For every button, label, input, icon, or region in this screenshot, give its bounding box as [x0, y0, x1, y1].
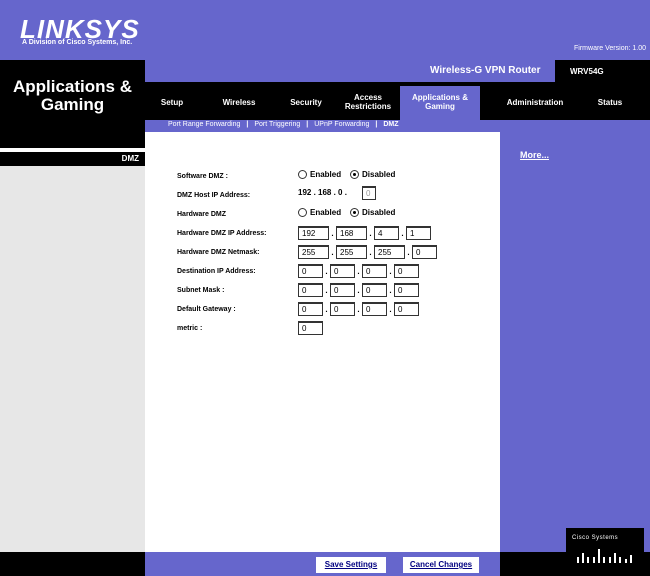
octet-input[interactable]: 0 [298, 283, 323, 297]
tab-wireless[interactable]: Wireless [214, 98, 264, 107]
octet-input[interactable]: 0 [394, 302, 419, 316]
model-number: WRV54G [570, 67, 604, 76]
software-dmz-label: Software DMZ : [177, 173, 228, 180]
more-link[interactable]: More... [520, 150, 549, 160]
enabled-label: Enabled [310, 208, 342, 217]
hardware-dmz-label: Hardware DMZ [177, 211, 227, 218]
dot: . [357, 267, 360, 276]
cisco-logo-text: Cisco Systems [572, 535, 619, 541]
subtab-list: Port Range Forwarding | Port Triggering | UP… [168, 121, 399, 128]
software-dmz-enabled[interactable]: Enabled [298, 170, 342, 180]
dmz-host-ip-prefix: 192 . 168 . 0 . [298, 188, 347, 197]
octet-input[interactable]: 0 [298, 264, 323, 278]
dot: . [331, 248, 334, 257]
octet-input[interactable]: 0 [330, 283, 355, 297]
octet-input[interactable]: 0 [412, 245, 437, 259]
octet-input[interactable]: 168 [336, 226, 367, 240]
cisco-bars-icon [577, 549, 632, 563]
destination-ip-group: 0.0.0.0 [298, 264, 419, 278]
dmz-host-ip-last-input[interactable]: 0 [362, 186, 376, 200]
subnet-mask-label: Subnet Mask : [177, 287, 225, 294]
radio-selected-icon[interactable] [350, 170, 359, 180]
subtab-upnp-forwarding[interactable]: UPnP Forwarding [314, 121, 369, 128]
octet-input[interactable]: 0 [394, 283, 419, 297]
metric-label: metric : [177, 325, 203, 332]
dot: . [401, 229, 404, 238]
footer-left [0, 552, 145, 576]
dot: . [389, 305, 392, 314]
octet-input[interactable]: 0 [362, 302, 387, 316]
dot: . [325, 286, 328, 295]
left-section-label: DMZ [0, 152, 145, 166]
dot: . [357, 286, 360, 295]
tab-status[interactable]: Status [588, 98, 632, 107]
dot: . [325, 305, 328, 314]
octet-input[interactable]: 0 [362, 264, 387, 278]
subtab-dmz[interactable]: DMZ [383, 121, 398, 128]
octet-input[interactable]: 255 [374, 245, 405, 259]
octet-input[interactable]: 4 [374, 226, 399, 240]
cancel-changes-button[interactable]: Cancel Changes [403, 557, 479, 573]
dmz-host-ip-label: DMZ Host IP Address: [177, 192, 251, 199]
radio-selected-icon[interactable] [350, 208, 359, 218]
hardware-dmz-ip-label: Hardware DMZ IP Address: [177, 230, 267, 237]
octet-input[interactable]: 192 [298, 226, 329, 240]
separator: | [375, 121, 378, 128]
octet-input[interactable]: 255 [336, 245, 367, 259]
dmz-label: DMZ [121, 154, 139, 163]
subnet-mask-group: 0.0.0.0 [298, 283, 419, 297]
enabled-label: Enabled [310, 170, 342, 179]
product-name: Wireless-G VPN Router [430, 65, 541, 76]
disabled-label: Disabled [362, 208, 396, 217]
firmware-version: Firmware Version: 1.00 [574, 45, 646, 52]
metric-input[interactable]: 0 [298, 321, 323, 335]
tab-setup[interactable]: Setup [152, 98, 192, 107]
hardware-dmz-ip-group: 192. 168. 4. 1 [298, 226, 431, 240]
dot: . [369, 248, 372, 257]
octet-input[interactable]: 0 [330, 264, 355, 278]
tab-security[interactable]: Security [282, 98, 330, 107]
help-panel [500, 132, 650, 552]
page-title: Applications & Gaming [12, 77, 132, 114]
octet-input[interactable]: 0 [298, 302, 323, 316]
hardware-dmz-disabled[interactable]: Disabled [350, 208, 396, 218]
left-panel [0, 166, 145, 552]
octet-input[interactable]: 0 [394, 264, 419, 278]
hardware-dmz-netmask-label: Hardware DMZ Netmask: [177, 249, 260, 256]
separator: | [246, 121, 249, 128]
dot: . [389, 267, 392, 276]
hardware-dmz-enabled[interactable]: Enabled [298, 208, 342, 218]
dot: . [389, 286, 392, 295]
default-gateway-label: Default Gateway : [177, 306, 236, 313]
software-dmz-disabled[interactable]: Disabled [350, 170, 396, 180]
tab-administration[interactable]: Administration [496, 98, 574, 107]
octet-input[interactable]: 0 [362, 283, 387, 297]
octet-input[interactable]: 255 [298, 245, 329, 259]
dot: . [331, 229, 334, 238]
separator: | [306, 121, 309, 128]
tab-access-restrictions[interactable]: Access Restrictions [340, 93, 396, 111]
save-settings-button[interactable]: Save Settings [316, 557, 386, 573]
octet-input[interactable]: 1 [406, 226, 431, 240]
dot: . [369, 229, 372, 238]
logo-subtitle: A Division of Cisco Systems, Inc. [22, 39, 133, 46]
disabled-label: Disabled [362, 170, 396, 179]
dot: . [357, 305, 360, 314]
default-gateway-group: 0.0.0.0 [298, 302, 419, 316]
hardware-dmz-netmask-group: 255. 255. 255. 0 [298, 245, 437, 259]
octet-input[interactable]: 0 [330, 302, 355, 316]
subtab-port-triggering[interactable]: Port Triggering [254, 121, 300, 128]
dot: . [325, 267, 328, 276]
subtab-port-range-forwarding[interactable]: Port Range Forwarding [168, 121, 240, 128]
dot: . [407, 248, 410, 257]
destination-ip-label: Destination IP Address: [177, 268, 256, 275]
radio-icon[interactable] [298, 208, 307, 218]
tab-applications-gaming[interactable]: Applications & Gaming [404, 93, 476, 111]
radio-icon[interactable] [298, 170, 307, 180]
